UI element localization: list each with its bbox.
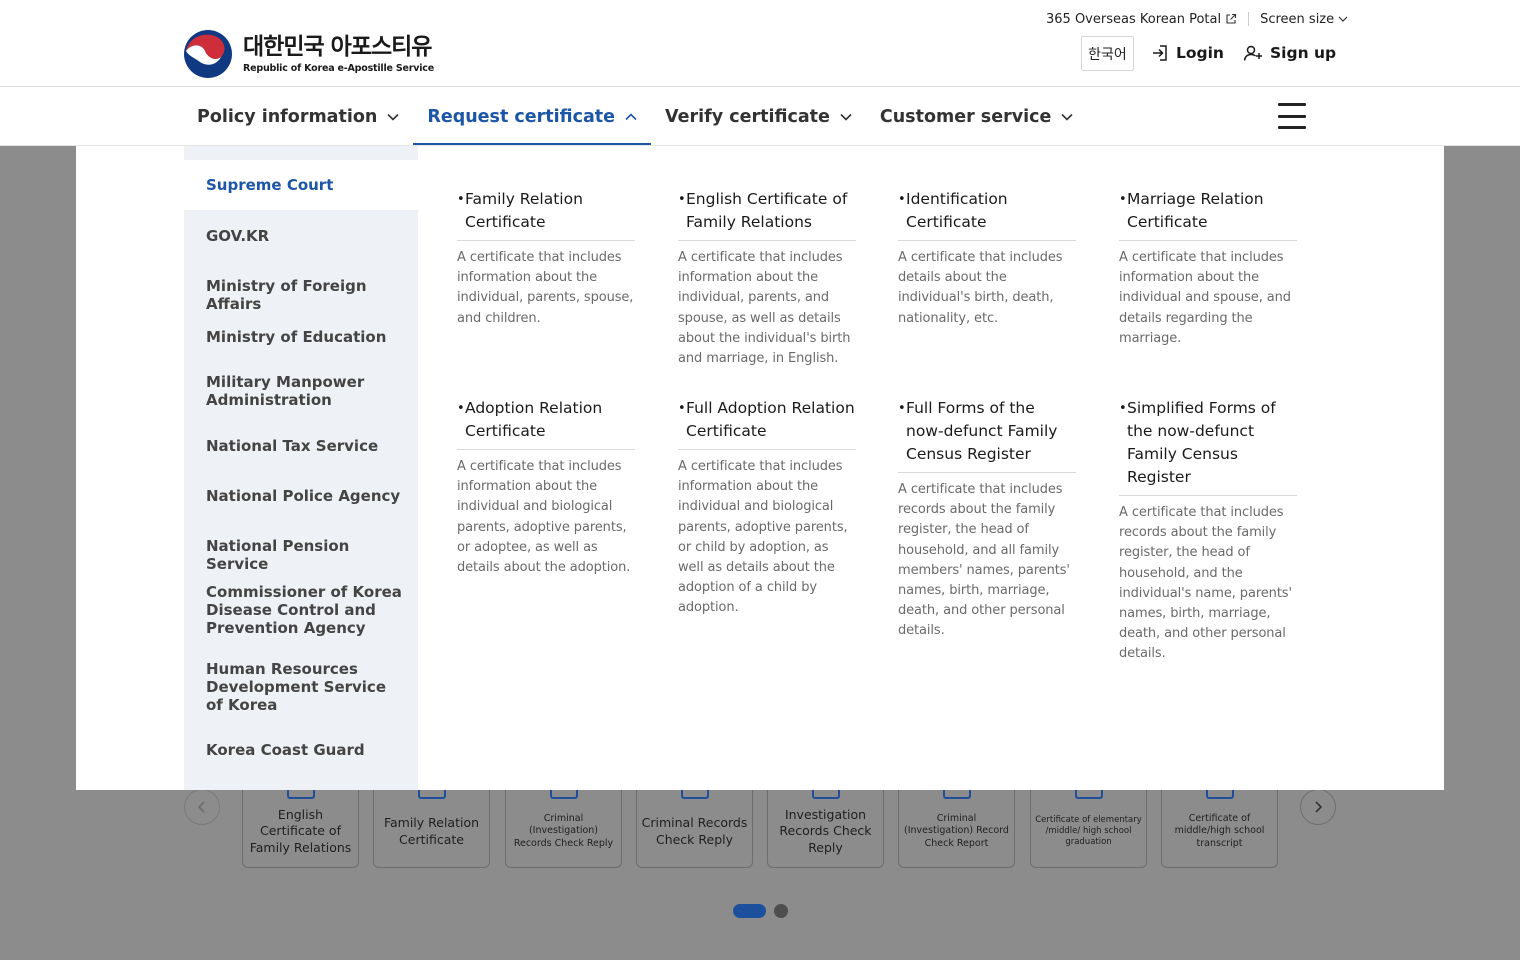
login-icon [1153,45,1167,61]
pagination-dot-2[interactable] [774,904,788,918]
signup-link[interactable]: Sign up [1243,40,1336,66]
chevron-down-icon [840,113,852,121]
sidebar-item-supreme-court[interactable]: Supreme Court [184,160,418,210]
certificate-description: A certificate that includes information … [457,250,634,326]
certificate-item: Full Adoption Relation Certificate A cer… [678,397,856,619]
login-label: Login [1176,44,1224,62]
certificate-title[interactable]: Marriage Relation Certificate [1119,188,1297,241]
certificate-title[interactable]: Full Adoption Relation Certificate [678,397,856,450]
sidebar-item-education[interactable]: Ministry of Education [184,328,418,346]
carousel-next-button[interactable] [1300,789,1336,825]
site-logo[interactable]: 대한민국 아포스티유 Republic of Korea e-Apostille… [183,29,434,79]
certificate-item: Full Forms of the now-defunct Family Cen… [898,397,1076,642]
certificate-title[interactable]: Identification Certificate [898,188,1076,241]
overseas-portal-link[interactable]: 365 Overseas Korean Potal [1046,12,1237,27]
utility-divider [1248,12,1250,26]
service-card-label: Investigation Records Check Reply [779,807,872,855]
certificate-description: A certificate that includes information … [457,459,631,576]
service-card[interactable]: Family Relation Certificate [373,780,490,868]
utility-bar: 365 Overseas Korean Potal Screen size [1046,10,1348,28]
sidebar-item-kdca[interactable]: Commissioner of Korea Disease Control an… [184,583,418,637]
sidebar-item-foreign-affairs[interactable]: Ministry of Foreign Affairs [184,277,418,313]
overseas-portal-label: 365 Overseas Korean Potal [1046,11,1222,27]
service-card-label: Criminal (Investigation) Records Check R… [513,812,614,849]
service-card-label: Certificate of middle/high school transc… [1174,812,1265,849]
service-card[interactable]: English Certificate of Family Relations [242,780,359,868]
sidebar-item-military-manpower[interactable]: Military Manpower Administration [184,373,418,409]
chevron-up-icon [625,112,637,120]
service-card[interactable]: Criminal (Investigation) Records Check R… [505,780,622,868]
taegeuk-emblem-icon [184,30,232,78]
certificate-item: Marriage Relation Certificate A certific… [1119,188,1297,349]
service-card[interactable]: Certificate of elementary /middle/ high … [1030,780,1147,868]
site-header: 대한민국 아포스티유 Republic of Korea e-Apostille… [0,0,1520,146]
certificate-title[interactable]: Family Relation Certificate [457,188,635,241]
service-card[interactable]: Investigation Records Check Reply [767,780,884,868]
logo-korean-text: 대한민국 아포스티유 [243,34,432,60]
certificate-title[interactable]: Adoption Relation Certificate [457,397,635,450]
header-divider [0,86,1520,87]
certificate-item: Identification Certificate A certificate… [898,188,1076,329]
service-card-label: Certificate of elementary /middle/ high … [1035,814,1142,848]
hamburger-menu-icon[interactable] [1276,101,1308,131]
sidebar-item-national-pension[interactable]: National Pension Service [184,537,418,573]
carousel-prev-button[interactable] [184,789,220,825]
certificate-description: A certificate that includes records abou… [898,482,1070,639]
external-link-icon [1226,13,1237,24]
nav-request-certificate[interactable]: Request certificate [413,88,651,146]
nav-item-label: Verify certificate [665,106,830,127]
nav-item-label: Policy information [197,106,378,127]
request-certificate-mega-menu: Supreme Court GOV.KR Ministry of Foreign… [76,146,1444,790]
sidebar-item-coast-guard[interactable]: Korea Coast Guard [184,741,418,759]
sidebar-item-hrd-korea[interactable]: Human Resources Development Service of K… [184,660,418,714]
sidebar-item-national-police[interactable]: National Police Agency [184,487,418,505]
screen-size-label: Screen size [1260,11,1335,27]
nav-divider [0,145,1520,146]
service-card-label: Criminal (Investigation) Record Check Re… [904,812,1009,849]
nav-item-label: Customer service [879,106,1052,127]
chevron-down-icon [1061,113,1073,121]
signup-label: Sign up [1270,44,1337,62]
certificate-item: Adoption Relation Certificate A certific… [457,397,635,578]
add-user-icon [1243,45,1262,61]
service-card[interactable]: Certificate of middle/high school transc… [1161,780,1278,868]
chevron-right-icon [1315,801,1323,813]
certificate-description: A certificate that includes information … [678,250,851,367]
pagination-dot-1[interactable] [733,904,766,918]
service-card-label: Criminal Records Check Reply [641,815,748,847]
sidebar-item-national-tax[interactable]: National Tax Service [184,437,418,455]
certificate-description: A certificate that includes information … [1119,250,1291,346]
nav-policy-information[interactable]: Policy information [183,88,413,145]
certificate-item: Family Relation Certificate A certificat… [457,188,635,329]
main-navigation: Policy information Request certificate V… [183,88,1088,146]
certificate-description: A certificate that includes information … [678,459,848,616]
chevron-down-icon [387,113,399,121]
certificate-item: Simplified Forms of the now-defunct Fami… [1119,397,1297,665]
certificate-description: A certificate that includes records abou… [1119,505,1292,662]
service-card[interactable]: Criminal Records Check Reply [636,780,753,868]
nav-item-label: Request certificate [427,106,616,127]
service-card-label: English Certificate of Family Relations [249,807,352,855]
login-link[interactable]: Login [1151,40,1224,66]
chevron-down-icon [1338,16,1348,22]
certificate-title[interactable]: English Certificate of Family Relations [678,188,856,241]
sidebar-item-gov-kr[interactable]: GOV.KR [184,227,418,245]
carousel-pagination [733,904,788,918]
certificate-item: English Certificate of Family Relations … [678,188,856,369]
certificate-description: A certificate that includes details abou… [898,250,1063,326]
agency-sidebar: Supreme Court GOV.KR Ministry of Foreign… [184,146,418,790]
screen-size-select[interactable]: Screen size [1260,12,1348,27]
chevron-left-icon [197,801,205,813]
language-button[interactable]: 한국어 [1081,36,1134,71]
logo-english-text: Republic of Korea e-Apostille Service [243,63,434,74]
service-card[interactable]: Criminal (Investigation) Record Check Re… [898,780,1015,868]
certificate-title[interactable]: Simplified Forms of the now-defunct Fami… [1119,397,1297,496]
service-card-label: Family Relation Certificate [383,815,480,847]
nav-customer-service[interactable]: Customer service [866,88,1088,145]
nav-verify-certificate[interactable]: Verify certificate [651,88,866,145]
certificate-title[interactable]: Full Forms of the now-defunct Family Cen… [898,397,1076,473]
